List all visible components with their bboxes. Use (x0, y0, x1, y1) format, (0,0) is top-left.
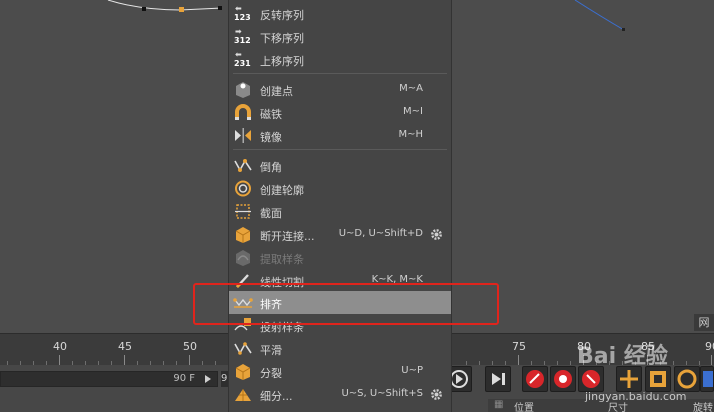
menu-item-label: 分裂 (260, 367, 282, 380)
timeline-label: 45 (118, 340, 132, 353)
spline-point[interactable] (218, 6, 222, 10)
menu-item-shortcut: U~P (401, 365, 423, 376)
menu-item-shortcut: M~A (399, 83, 423, 94)
menu-item-shortcut: U~S, U~Shift+S (341, 388, 423, 399)
gear-icon[interactable] (430, 228, 443, 241)
timeline-label: 50 (183, 340, 197, 353)
timeline-label: 40 (53, 340, 67, 353)
menu-item-label: 反转序列 (260, 9, 304, 22)
create-point-icon (236, 82, 250, 98)
disconnect-icon (235, 227, 251, 243)
goto-end-icon (492, 373, 505, 385)
end-frame-value: 90 F (173, 373, 195, 384)
menu-item-create-outline[interactable]: 创建轮廓 (229, 177, 451, 200)
menu-item-label: 截面 (260, 207, 282, 220)
auto-key-icon (554, 370, 572, 388)
menu-item-create-point[interactable]: 创建点 M~A (229, 78, 451, 101)
menu-item-shortcut: U~D, U~Shift+D (338, 228, 423, 239)
menu-item-label: 提取样条 (260, 253, 304, 266)
menu-separator (233, 149, 447, 150)
annotation-highlight-box (193, 283, 499, 325)
spline-point[interactable] (142, 7, 146, 11)
white-spline (107, 0, 223, 11)
create-outline-icon (235, 180, 251, 197)
menu-item-smooth[interactable]: 平滑 (229, 337, 451, 360)
watermark-url: jingyan.baidu.com (585, 390, 687, 403)
menu-item-label: 细分... (260, 390, 293, 403)
grip-icon: ▦ (494, 399, 504, 410)
auto-keyframe-button[interactable] (550, 366, 576, 392)
coord-header-position: 位置 (514, 403, 534, 412)
menu-item-cross-section[interactable]: 截面 (229, 200, 451, 223)
menu-item-mirror[interactable]: 镜像 M~H (229, 124, 451, 147)
mirror-icon (235, 128, 251, 143)
menu-item-label: 倒角 (260, 161, 282, 174)
record-keyframe-button[interactable] (522, 366, 548, 392)
extract-spline-icon (236, 250, 250, 266)
spline-point-selected[interactable] (179, 7, 184, 12)
split-icon (235, 364, 251, 380)
record-key-icon (526, 370, 544, 388)
menu-separator (233, 73, 447, 74)
menu-item-subdivide[interactable]: 细分... U~S, U~Shift+S (229, 383, 451, 406)
goto-end-button[interactable] (485, 366, 511, 392)
move-down-sequence-icon: ➡ 312 (234, 27, 251, 45)
menu-item-label: 断开连接... (260, 230, 315, 243)
menu-item-shortcut: M~H (398, 129, 423, 140)
menu-item-label: 镜像 (260, 131, 282, 144)
magnet-icon (235, 104, 251, 120)
spline-context-menu: ⬅ 123 反转序列 ➡ 312 下移序列 ⬅ 231 上移序列 创建点 M~A… (228, 0, 452, 412)
menu-item-label: 创建轮廓 (260, 184, 304, 197)
blue-spline (574, 0, 625, 31)
play-arrow-icon[interactable] (205, 375, 211, 383)
menu-item-shortcut: M~I (403, 106, 423, 117)
subdivide-icon (235, 389, 251, 401)
menu-item-label: 下移序列 (260, 32, 304, 45)
end-frame-field[interactable]: 90 F (0, 371, 218, 387)
menu-item-disconnect[interactable]: 断开连接... U~D, U~Shift+D (229, 223, 451, 246)
reverse-sequence-icon: ⬅ 123 (234, 4, 251, 22)
smooth-icon (234, 342, 252, 355)
menu-item-move-down-sequence[interactable]: ➡ 312 下移序列 (229, 25, 451, 48)
cross-section-icon (235, 204, 251, 219)
menu-item-label: 上移序列 (260, 55, 304, 68)
menu-item-label: 磁铁 (260, 108, 282, 121)
menu-item-split[interactable]: 分裂 U~P (229, 360, 451, 383)
move-up-sequence-icon: ⬅ 231 (234, 50, 251, 68)
menu-item-label: 平滑 (260, 344, 282, 357)
spline-point[interactable] (622, 28, 625, 31)
viewport-grid-tab[interactable]: 网格 (694, 314, 714, 346)
menu-item-extract-spline[interactable]: 提取样条 (229, 246, 451, 269)
menu-item-reverse-sequence[interactable]: ⬅ 123 反转序列 (229, 2, 451, 25)
menu-item-label: 创建点 (260, 85, 293, 98)
gear-icon[interactable] (430, 388, 443, 401)
watermark-brand: Bai 经验 (577, 344, 668, 369)
menu-item-chamfer[interactable]: 倒角 (229, 154, 451, 177)
baidu-watermark: Bai 经验 jingyan.baidu.com (577, 336, 714, 412)
chamfer-icon (234, 159, 252, 172)
menu-item-move-up-sequence[interactable]: ⬅ 231 上移序列 (229, 48, 451, 71)
menu-item-magnet[interactable]: 磁铁 M~I (229, 101, 451, 124)
timeline-label: 75 (512, 340, 526, 353)
